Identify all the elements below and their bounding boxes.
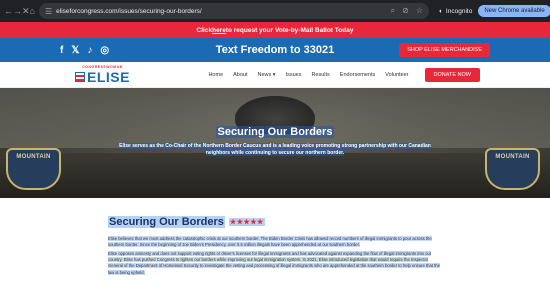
logo-name: ELISE: [87, 68, 130, 85]
banner-link[interactable]: here: [212, 27, 226, 34]
banner-suffix: to request your Vote-by-Mail Ballot Toda…: [225, 26, 354, 34]
banner-prefix: Click: [196, 26, 213, 34]
instagram-icon[interactable]: ◎: [100, 45, 109, 56]
issue-heading-text: Securing Our Borders: [108, 216, 225, 228]
nav-item-issues[interactable]: Issues: [286, 72, 302, 78]
eye-off-icon[interactable]: ⊘: [402, 6, 409, 16]
forward-icon[interactable]: →: [13, 6, 22, 16]
nav-item-home[interactable]: Home: [208, 72, 223, 78]
flag-stripes-icon: [75, 71, 85, 82]
home-icon[interactable]: ⌂: [30, 6, 35, 16]
nav-item-endorsements[interactable]: Endorsements: [340, 72, 375, 78]
back-icon[interactable]: ←: [4, 6, 13, 16]
url-text[interactable]: eliseforcongress.com/issues/securing-our…: [56, 8, 202, 15]
hero-subtitle-text: Elise serves as the Co-Chair of the Nort…: [119, 143, 431, 156]
shop-merchandise-button[interactable]: SHOP ELISE MERCHANDISE: [399, 43, 490, 57]
nav-item-results[interactable]: Results: [311, 72, 329, 78]
facebook-icon[interactable]: f: [60, 45, 63, 56]
incognito-indicator[interactable]: ◐ Incognito: [439, 8, 472, 15]
browser-toolbar: ← → ✕ ⌂ ☰ eliseforcongress.com/issues/se…: [0, 0, 550, 22]
badge-left-text: MOUNTAIN: [16, 154, 51, 160]
search-icon[interactable]: ⌕: [391, 6, 395, 16]
nav-item-news[interactable]: News ▾: [258, 72, 276, 78]
hero-banner: MOUNTAIN MOUNTAIN Securing Our Borders E…: [0, 88, 550, 198]
hero-title-text: Securing Our Borders: [215, 126, 335, 138]
hero-title: Securing Our Borders: [0, 126, 550, 138]
issue-content: Securing Our Borders ★★★★★ Elise believe…: [0, 198, 550, 284]
top-info-bar: f 𝕏 ♪ ◎ Text Freedom to 33021 SHOP ELISE…: [0, 38, 550, 62]
paragraph-2-text: Elise opposes amnesty and does not suppo…: [108, 251, 440, 275]
site-info-icon[interactable]: ☰: [45, 7, 52, 16]
x-twitter-icon[interactable]: 𝕏: [71, 45, 79, 56]
ballot-banner: Click here to request your Vote-by-Mail …: [0, 22, 550, 38]
close-icon[interactable]: ✕: [22, 6, 30, 17]
site-logo[interactable]: CONGRESSWOMAN ELISE: [75, 65, 130, 85]
incognito-icon: ◐: [438, 7, 443, 15]
issue-paragraph-2: Elise opposes amnesty and does not suppo…: [108, 251, 442, 276]
hero-subtitle: Elise serves as the Co-Chair of the Nort…: [115, 143, 435, 157]
incognito-label: Incognito: [445, 7, 473, 15]
new-chrome-button[interactable]: New Chrome available: [478, 5, 550, 17]
paragraph-1-text: Elise believes that we must address the …: [108, 236, 432, 248]
badge-right-text: MOUNTAIN: [495, 154, 530, 160]
nav-item-about[interactable]: About: [233, 72, 247, 78]
mountain-badge-left: MOUNTAIN: [6, 148, 61, 190]
logo-wordmark: ELISE: [75, 69, 130, 85]
stars-decoration: ★★★★★: [228, 218, 265, 226]
issue-paragraph-1: Elise believes that we must address the …: [108, 236, 442, 248]
nav-item-volunteer[interactable]: Volunteer: [385, 72, 408, 78]
social-links: f 𝕏 ♪ ◎: [60, 45, 109, 56]
donate-button[interactable]: DONATE NOW: [424, 67, 480, 82]
nav-menu: Home About News ▾ Issues Results Endorse…: [208, 67, 480, 82]
hero-foreground: [0, 153, 550, 198]
bookmark-star-icon[interactable]: ☆: [416, 6, 423, 16]
main-nav: CONGRESSWOMAN ELISE Home About News ▾ Is…: [0, 62, 550, 88]
issue-heading: Securing Our Borders ★★★★★: [108, 216, 265, 228]
mountain-badge-right: MOUNTAIN: [485, 148, 540, 190]
address-bar[interactable]: ☰ eliseforcongress.com/issues/securing-o…: [38, 3, 429, 19]
tiktok-icon[interactable]: ♪: [87, 45, 92, 56]
